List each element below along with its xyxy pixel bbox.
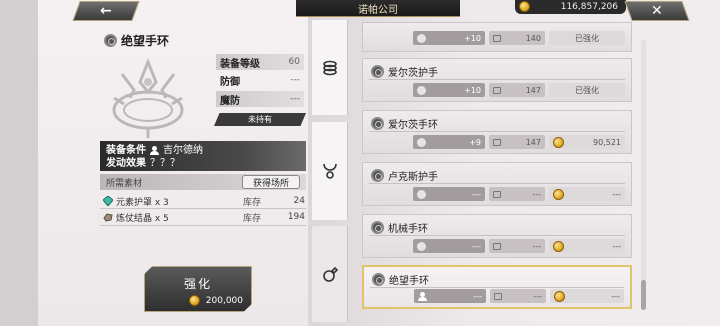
person-icon (150, 146, 159, 155)
effect-line: 发动效果 ？？？ (106, 158, 180, 169)
list-item-selected[interactable]: 绝望手环 --- --- --- (362, 265, 632, 309)
material-row: 元素护罩 x 3 库存 24 (103, 194, 305, 208)
divider (100, 208, 306, 209)
stat-magic-defense: 魔防 --- (216, 91, 304, 107)
close-button[interactable]: ✕ (624, 1, 690, 21)
tab-necklace[interactable] (312, 122, 348, 220)
bracelet-icon (372, 273, 385, 286)
list-item[interactable]: 机械手环 --- --- --- (362, 214, 632, 258)
gold-amount: 116,857,206 (560, 2, 618, 12)
enhance-cost: 200,000 (145, 295, 243, 306)
enhance-button[interactable]: 强化 200,000 (144, 266, 252, 312)
gold-counter: 116,857,206 (515, 0, 626, 14)
gauntlet-icon (371, 65, 384, 78)
arrow-left-icon: ← (100, 3, 112, 19)
ore-icon (103, 213, 113, 222)
materials-header: 所需素材 获得场所 (100, 174, 306, 190)
divider (100, 225, 306, 226)
enhance-icon (417, 33, 426, 43)
list-item[interactable]: 卢克斯护手 --- --- --- (362, 162, 632, 206)
scrollbar-thumb[interactable] (641, 280, 646, 310)
list-item[interactable]: 爱尔茨护手 +10 147 已强化 (362, 58, 632, 102)
slot-icon (493, 34, 501, 42)
slot-icon (493, 242, 501, 250)
material-row: 炼仗结晶 x 5 库存 194 (103, 210, 305, 224)
slot-icon (493, 86, 501, 94)
spiral-icon (322, 60, 337, 75)
gold-coin-icon (188, 295, 200, 306)
crystal-icon (103, 196, 113, 206)
enhance-icon (417, 85, 426, 95)
equip-condition-box: 装备条件 吉尔德纳 发动效果 ？？？ (100, 141, 306, 171)
slot-icon (493, 190, 501, 198)
gauntlet-icon (371, 169, 384, 182)
stat-defense: 防御 --- (220, 75, 300, 88)
gold-coin-icon (553, 136, 564, 148)
obtain-location-button[interactable]: 获得场所 (242, 175, 300, 189)
item-name: 绝望手环 (121, 34, 170, 48)
bracelet-icon (371, 221, 384, 234)
close-x-icon: ✕ (651, 3, 663, 19)
left-edge-strip (0, 0, 38, 326)
list-item[interactable]: 爱尔茨手环 +9 147 90,521 (362, 110, 632, 154)
slot-icon (493, 138, 501, 146)
enhance-icon (417, 189, 426, 199)
bracelet-illustration (112, 57, 184, 138)
list-scrollbar[interactable] (641, 40, 646, 310)
bracelet-type-icon (104, 34, 117, 47)
enhance-icon (417, 137, 426, 147)
ring-icon (322, 266, 338, 282)
gold-coin-icon (519, 1, 530, 12)
gold-coin-icon (553, 240, 564, 252)
gold-coin-icon (554, 290, 565, 302)
stat-equip-level: 装备等级 60 (216, 54, 304, 70)
equip-condition-line: 装备条件 吉尔德纳 (106, 145, 203, 156)
necklace-icon (322, 163, 337, 179)
back-button[interactable]: ← (72, 1, 140, 21)
owned-status-badge: 未持有 (214, 113, 306, 126)
tab-ring[interactable] (312, 226, 348, 322)
enhance-icon (417, 241, 426, 251)
tab-accessory-spiral[interactable] (312, 20, 348, 115)
person-icon (418, 291, 427, 301)
shop-title: 诺帕公司 (296, 0, 460, 17)
slot-icon (494, 292, 502, 300)
list-item[interactable]: +10 140 已强化 (362, 22, 632, 52)
gold-coin-icon (553, 188, 564, 200)
bracelet-icon (371, 117, 384, 130)
item-header: 绝望手环 (104, 32, 169, 49)
